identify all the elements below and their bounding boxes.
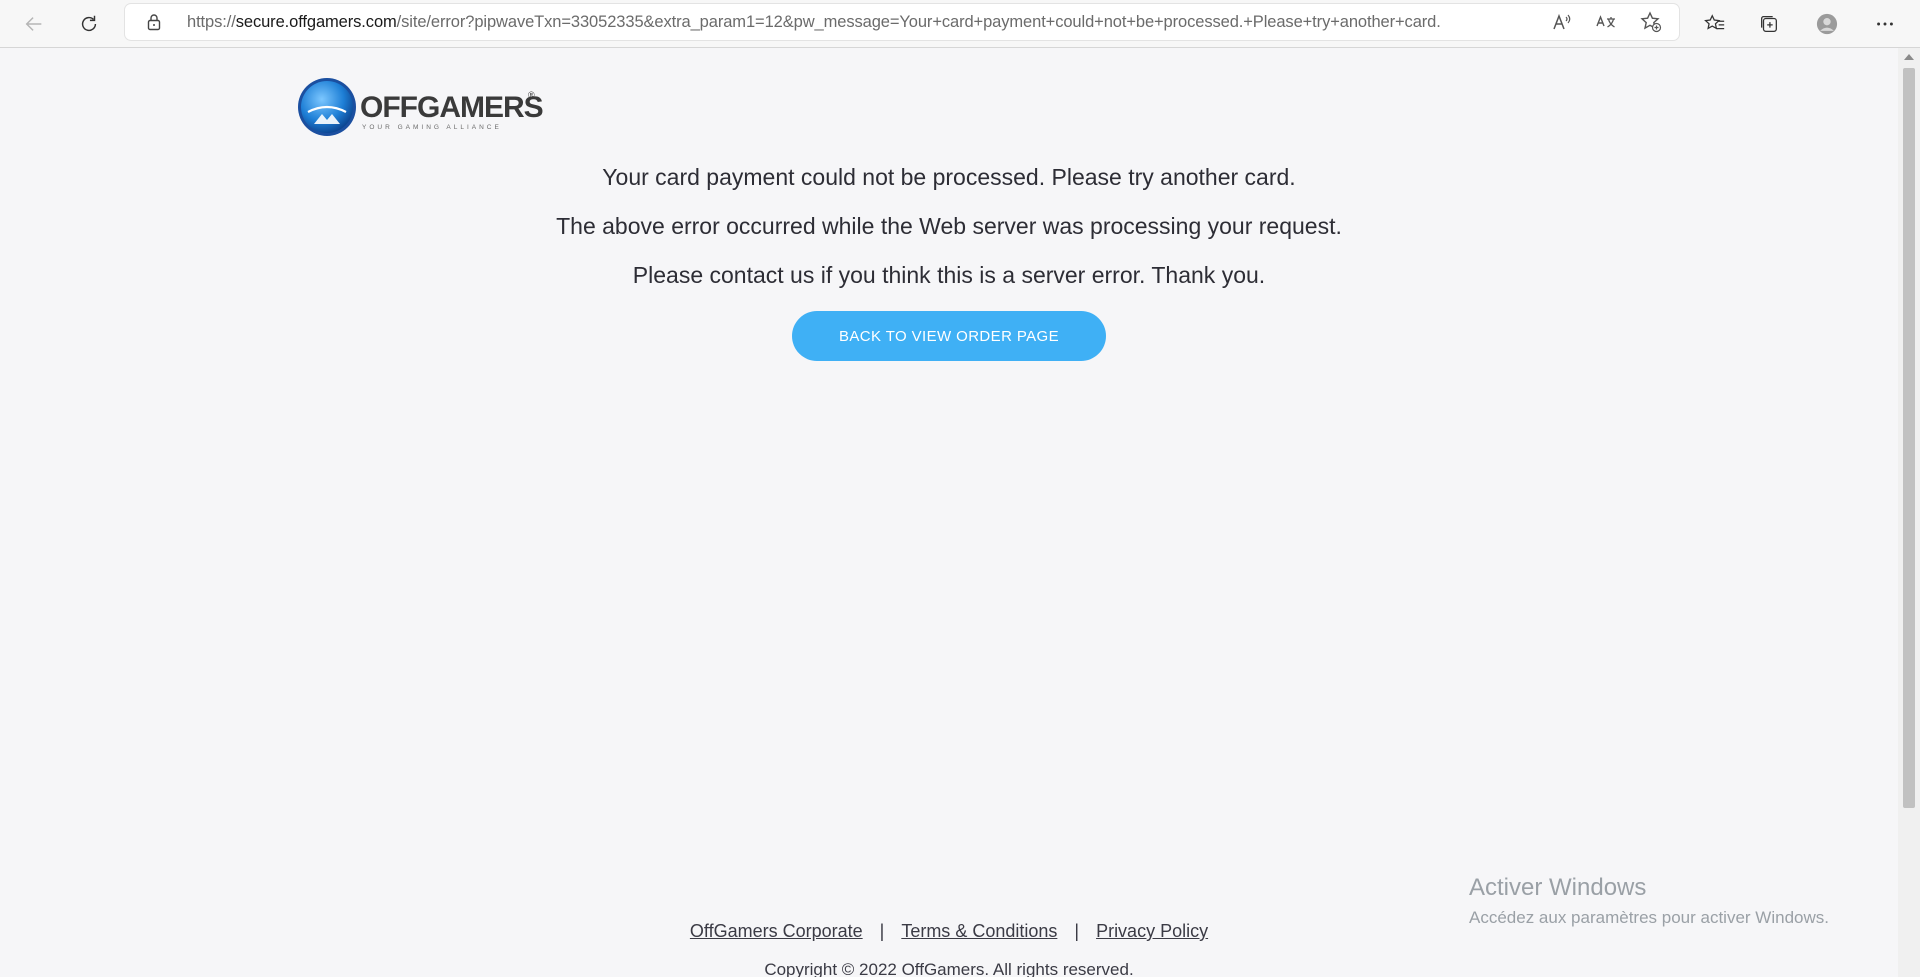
- page-viewport: OFFGAMERS ® YOUR GAMING ALLIANCE Your ca…: [0, 48, 1898, 977]
- lock-icon[interactable]: [145, 13, 163, 31]
- collections-icon[interactable]: [1753, 8, 1785, 40]
- footer-separator: |: [879, 921, 885, 941]
- back-to-order-button[interactable]: BACK TO VIEW ORDER PAGE: [792, 311, 1106, 361]
- offgamers-logo[interactable]: OFFGAMERS ® YOUR GAMING ALLIANCE: [296, 76, 544, 138]
- address-bar[interactable]: https://secure.offgamers.com/site/error?…: [125, 4, 1679, 40]
- logo-wordmark: OFFGAMERS: [360, 91, 544, 124]
- profile-icon[interactable]: [1811, 8, 1843, 40]
- footer-link-corporate[interactable]: OffGamers Corporate: [690, 921, 863, 941]
- scrollbar-thumb[interactable]: [1903, 68, 1915, 808]
- back-icon[interactable]: [18, 8, 50, 40]
- windows-activation-watermark: Activer Windows Accédez aux paramètres p…: [1469, 874, 1829, 928]
- footer-link-terms[interactable]: Terms & Conditions: [901, 921, 1057, 941]
- translate-icon[interactable]: [1595, 11, 1617, 33]
- read-aloud-icon[interactable]: [1551, 11, 1573, 33]
- add-favorite-icon[interactable]: [1640, 11, 1662, 33]
- refresh-icon[interactable]: [73, 8, 105, 40]
- copyright-text: Copyright © 2022 OffGamers. All rights r…: [764, 960, 1134, 977]
- error-message: Your card payment could not be processed…: [602, 164, 1296, 190]
- logo-tagline: YOUR GAMING ALLIANCE: [362, 124, 502, 131]
- error-detail: The above error occurred while the Web s…: [556, 213, 1342, 239]
- registered-mark: ®: [528, 90, 535, 100]
- favorites-icon[interactable]: [1699, 8, 1731, 40]
- footer-separator: |: [1074, 921, 1080, 941]
- footer-link-privacy[interactable]: Privacy Policy: [1096, 921, 1208, 941]
- contact-note: Please contact us if you think this is a…: [632, 262, 1266, 288]
- watermark-title: Activer Windows: [1469, 874, 1647, 901]
- vertical-scrollbar[interactable]: [1898, 48, 1920, 977]
- browser-toolbar: https://secure.offgamers.com/site/error?…: [0, 0, 1920, 48]
- url-text[interactable]: https://secure.offgamers.com/site/error?…: [187, 13, 1547, 32]
- footer-links: OffGamers Corporate | Terms & Conditions | P…: [0, 921, 1898, 942]
- more-icon[interactable]: [1869, 8, 1901, 40]
- scroll-up-arrow-icon[interactable]: [1904, 54, 1914, 60]
